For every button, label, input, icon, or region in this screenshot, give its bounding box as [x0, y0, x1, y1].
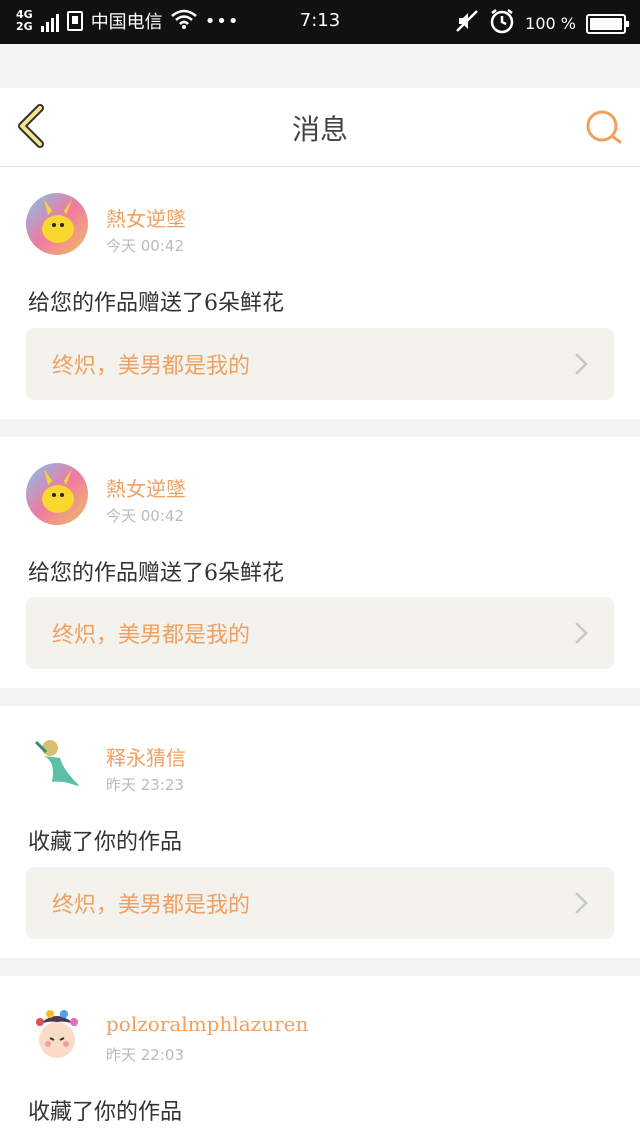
username[interactable]: 释永猜信 — [106, 742, 186, 771]
message-card[interactable]: 熱女逆墜 今天 00:42 给您的作品赠送了6朵鲜花 终炽，美男都是我的 — [0, 437, 640, 688]
avatar[interactable] — [26, 732, 88, 794]
quoted-work[interactable]: 终炽，美男都是我的 — [26, 867, 614, 939]
avatar[interactable] — [26, 1002, 88, 1064]
chevron-right-icon — [575, 622, 588, 644]
username[interactable]: 熱女逆墜 — [106, 203, 186, 232]
battery-icon — [586, 13, 629, 34]
avatar[interactable] — [26, 463, 88, 525]
timestamp: 昨天 23:23 — [106, 776, 184, 794]
message-card[interactable]: polzoralmphlazuren 昨天 22:03 收藏了你的作品 — [0, 976, 640, 1138]
search-button[interactable] — [584, 108, 624, 148]
quoted-work[interactable]: 终炽，美男都是我的 — [26, 328, 614, 400]
timestamp: 今天 00:42 — [106, 237, 184, 255]
message-text: 给您的作品赠送了6朵鲜花 — [28, 291, 284, 316]
timestamp: 昨天 22:03 — [106, 1046, 184, 1064]
page-title: 消息 — [291, 113, 348, 146]
message-card[interactable]: 释永猜信 昨天 23:23 收藏了你的作品 终炽，美男都是我的 — [0, 706, 640, 958]
chevron-right-icon — [575, 353, 588, 375]
search-icon — [586, 110, 622, 144]
status-bar: 4G 2G 中国电信 ••• 7:13 100 % — [0, 0, 640, 44]
battery-percentage: 100 % — [525, 14, 576, 33]
timestamp: 今天 00:42 — [106, 507, 184, 525]
status-right: 100 % — [455, 8, 629, 39]
battery-level — [590, 17, 622, 30]
quoted-work-title: 终炽，美男都是我的 — [52, 623, 251, 648]
app-header: 消息 — [0, 88, 640, 167]
message-text: 给您的作品赠送了6朵鲜花 — [28, 561, 284, 586]
message-card[interactable]: 熱女逆墜 今天 00:42 给您的作品赠送了6朵鲜花 终炽，美男都是我的 — [0, 167, 640, 419]
avatar[interactable] — [26, 193, 88, 255]
quoted-work-title: 终炽，美男都是我的 — [52, 893, 251, 918]
username[interactable]: 熱女逆墜 — [106, 473, 186, 502]
quoted-work[interactable]: 终炽，美男都是我的 — [26, 597, 614, 669]
message-text: 收藏了你的作品 — [28, 1100, 183, 1125]
mute-icon — [455, 9, 479, 38]
quoted-work-title: 终炽，美男都是我的 — [52, 354, 251, 379]
alarm-icon — [489, 8, 515, 39]
username[interactable]: polzoralmphlazuren — [106, 1012, 308, 1036]
chevron-right-icon — [575, 892, 588, 914]
message-text: 收藏了你的作品 — [28, 830, 183, 855]
